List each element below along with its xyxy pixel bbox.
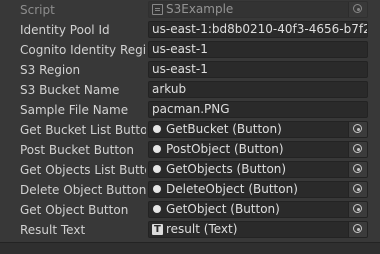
get-bucket-list-button-row: Get Bucket List Button GetBucket (Button…	[0, 120, 380, 140]
get-bucket-list-button-field[interactable]: GetBucket (Button)	[148, 121, 368, 138]
result-text-value: result (Text)	[166, 222, 238, 236]
gameobject-icon	[153, 165, 161, 173]
script-field: S3Example	[148, 1, 368, 18]
delete-object-button-row: Delete Object Button DeleteObject (Butto…	[0, 180, 380, 200]
result-text-label: Result Text	[20, 223, 86, 237]
post-bucket-button-label: Post Bucket Button	[20, 143, 134, 157]
text-component-icon	[152, 222, 163, 237]
identity-pool-id-label: Identity Pool Id	[20, 23, 110, 37]
s3-bucket-name-field[interactable]: arkub	[148, 81, 368, 98]
component-divider	[0, 242, 380, 254]
get-objects-list-button-label: Get Objects List Button	[20, 163, 146, 177]
result-text-row: Result Text result (Text)	[0, 220, 380, 240]
sample-file-name-field[interactable]: pacman.PNG	[148, 101, 368, 118]
get-objects-list-button-field[interactable]: GetObjects (Button)	[148, 161, 368, 178]
sample-file-name-label: Sample File Name	[20, 103, 129, 117]
delete-object-button-field[interactable]: DeleteObject (Button)	[148, 181, 368, 198]
get-objects-list-button-row: Get Objects List Button GetObjects (Butt…	[0, 160, 380, 180]
get-object-button-row: Get Object Button GetObject (Button)	[0, 200, 380, 220]
get-object-button-value: GetObject (Button)	[166, 202, 280, 216]
cognito-identity-region-label: Cognito Identity Region	[20, 43, 146, 57]
cognito-identity-region-row: Cognito Identity Region us-east-1	[0, 40, 380, 60]
s3-region-label: S3 Region	[20, 63, 81, 77]
gameobject-icon	[153, 145, 161, 153]
result-text-field[interactable]: result (Text)	[148, 221, 368, 238]
get-bucket-list-button-value: GetBucket (Button)	[166, 122, 282, 136]
object-picker-icon[interactable]	[348, 122, 367, 137]
object-picker-icon[interactable]	[348, 182, 367, 197]
script-asset-icon	[152, 4, 163, 15]
gameobject-icon	[153, 205, 161, 213]
get-objects-list-button-value: GetObjects (Button)	[166, 162, 287, 176]
gameobject-icon	[153, 185, 161, 193]
object-picker-icon[interactable]	[348, 222, 367, 237]
post-bucket-button-row: Post Bucket Button PostObject (Button)	[0, 140, 380, 160]
script-object-picker-icon	[348, 2, 367, 17]
sample-file-name-row: Sample File Name pacman.PNG	[0, 100, 380, 120]
delete-object-button-label: Delete Object Button	[20, 183, 146, 197]
script-row: Script S3Example	[0, 0, 380, 20]
gameobject-icon	[153, 125, 161, 133]
identity-pool-id-field[interactable]: us-east-1:bd8b0210-40f3-4656-b7f2	[148, 21, 368, 38]
s3-bucket-name-label: S3 Bucket Name	[20, 83, 120, 97]
get-bucket-list-button-label: Get Bucket List Button	[20, 123, 146, 137]
delete-object-button-value: DeleteObject (Button)	[166, 182, 298, 196]
script-value: S3Example	[166, 2, 234, 16]
object-picker-icon[interactable]	[348, 202, 367, 217]
object-picker-icon[interactable]	[348, 142, 367, 157]
s3-bucket-name-row: S3 Bucket Name arkub	[0, 80, 380, 100]
s3-region-field[interactable]: us-east-1	[148, 61, 368, 78]
object-picker-icon[interactable]	[348, 162, 367, 177]
post-bucket-button-field[interactable]: PostObject (Button)	[148, 141, 368, 158]
post-bucket-button-value: PostObject (Button)	[166, 142, 284, 156]
identity-pool-id-row: Identity Pool Id us-east-1:bd8b0210-40f3…	[0, 20, 380, 40]
get-object-button-label: Get Object Button	[20, 203, 129, 217]
cognito-identity-region-field[interactable]: us-east-1	[148, 41, 368, 58]
get-object-button-field[interactable]: GetObject (Button)	[148, 201, 368, 218]
s3-region-row: S3 Region us-east-1	[0, 60, 380, 80]
script-label: Script	[20, 3, 55, 17]
